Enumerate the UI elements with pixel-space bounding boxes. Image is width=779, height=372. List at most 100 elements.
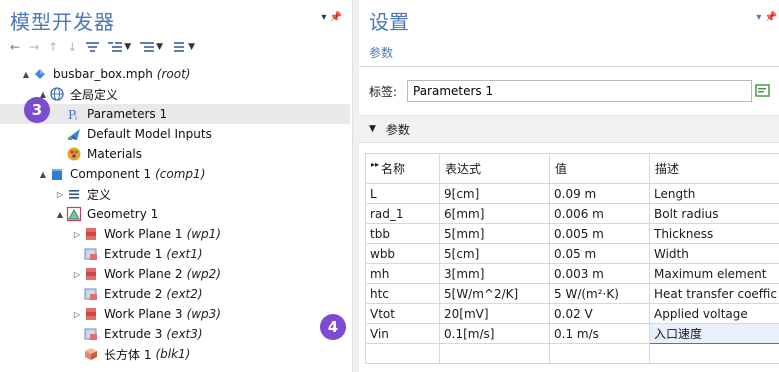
back-arrow-icon[interactable]: ←	[10, 40, 20, 54]
tree-item[interactable]: Extrude 1 (ext1)	[0, 244, 350, 264]
tree-item[interactable]: ▲ Component 1 (comp1)	[0, 164, 350, 184]
label-input[interactable]	[407, 80, 752, 102]
cell-expression[interactable]: 3[mm]	[439, 263, 550, 284]
cell-value[interactable]: 0.1 m/s	[549, 323, 650, 344]
collapse-all-icon[interactable]: ▼	[140, 41, 163, 53]
expand-toggle-icon[interactable]: ▷	[71, 230, 83, 239]
cell-name[interactable]: L	[365, 183, 440, 204]
expand-toggle-icon[interactable]: ▲	[37, 170, 49, 179]
column-header-description[interactable]: 描述	[649, 153, 779, 184]
cell-value[interactable]: 0.09 m	[549, 183, 650, 204]
cell-value[interactable]: 0.005 m	[549, 223, 650, 244]
label-action-icon[interactable]	[754, 82, 772, 100]
model-inputs-icon	[66, 126, 82, 142]
table-row[interactable]: Vtot 20[mV] 0.02 V Applied voltage	[365, 303, 779, 324]
settings-subtitle: 参数	[369, 46, 394, 60]
panel-menu-pin-icon[interactable]: ▾ 📌	[321, 12, 342, 23]
cell-expression[interactable]: 0.1[m/s]	[439, 323, 550, 344]
cell-name[interactable]: wbb	[365, 243, 440, 264]
expand-all-icon[interactable]: ▼	[108, 41, 131, 53]
sort-arrows-icon[interactable]: ▸▸	[371, 160, 379, 169]
cell-description[interactable]: Applied voltage	[649, 303, 779, 324]
cell-expression[interactable]: 9[cm]	[439, 183, 550, 204]
cell-expression[interactable]: 20[mV]	[439, 303, 550, 324]
tree-item[interactable]: 长方体 1 (blk1)	[0, 344, 350, 364]
cell-expression[interactable]: 5[cm]	[439, 243, 550, 264]
cell-description[interactable]: Bolt radius	[649, 203, 779, 224]
cell-name[interactable]: rad_1	[365, 203, 440, 224]
cell-value[interactable]: 0.05 m	[549, 243, 650, 264]
tree-item-label: 全局定义	[70, 87, 119, 102]
tree-item[interactable]: Extrude 2 (ext2)	[0, 284, 350, 304]
parameters-section-header[interactable]: ▼ 参数	[359, 115, 779, 143]
table-row[interactable]: Vin 0.1[m/s] 0.1 m/s 入口速度	[365, 323, 779, 344]
tree-item[interactable]: Default Model Inputs	[0, 124, 350, 144]
settings-menu-icon[interactable]: ▾ 📌	[756, 12, 777, 23]
cell-description[interactable]: Length	[649, 183, 779, 204]
cell-name[interactable]: Vin	[365, 323, 440, 344]
cell-name[interactable]: htc	[365, 283, 440, 304]
tree-item[interactable]: ▲ Geometry 1	[0, 204, 350, 224]
tree-item[interactable]: Pi Parameters 1	[0, 104, 350, 124]
tree-item-label: Extrude 1	[104, 247, 163, 261]
tree-item-label: Work Plane 2	[104, 267, 183, 281]
filter-icon[interactable]	[86, 41, 100, 53]
cell-description[interactable]: Heat transfer coeffic	[649, 283, 779, 304]
work-plane-icon	[83, 306, 99, 322]
tree-item-tag: (wp1)	[186, 227, 221, 241]
cell-value[interactable]	[549, 343, 650, 364]
cell-expression[interactable]: 5[mm]	[439, 223, 550, 244]
collapse-arrow-icon[interactable]: ▼	[369, 124, 376, 134]
component-icon	[49, 166, 65, 182]
cell-description[interactable]: Width	[649, 243, 779, 264]
tree-item[interactable]: ▲ busbar_box.mph (root)	[0, 64, 350, 84]
table-row[interactable]: htc 5[W/m^2/K] 5 W/(m²·K) Heat transfer coe…	[365, 283, 779, 304]
cell-value[interactable]: 0.003 m	[549, 263, 650, 284]
tree-item[interactable]: ▷ Work Plane 1 (wp1)	[0, 224, 350, 244]
table-row[interactable]: rad_1 6[mm] 0.006 m Bolt radius	[365, 203, 779, 224]
cell-name[interactable]: mh	[365, 263, 440, 284]
show-more-icon[interactable]: ▼	[172, 41, 195, 53]
tree-item-label: 定义	[87, 187, 112, 202]
cell-expression[interactable]	[439, 343, 550, 364]
cell-expression[interactable]: 5[W/m^2/K]	[439, 283, 550, 304]
extrude-icon	[83, 326, 99, 342]
panel-splitter[interactable]	[352, 0, 359, 372]
table-row[interactable]: L 9[cm] 0.09 m Length	[365, 183, 779, 204]
tree-item[interactable]: Materials	[0, 144, 350, 164]
forward-arrow-icon[interactable]: →	[29, 40, 39, 54]
cell-description[interactable]: 入口速度	[649, 323, 779, 344]
expand-toggle-icon[interactable]: ▷	[71, 270, 83, 279]
tree-item[interactable]: ▷ 定义	[0, 184, 350, 204]
cell-name[interactable]: Vtot	[365, 303, 440, 324]
cell-description[interactable]: Maximum element	[649, 263, 779, 284]
cell-value[interactable]: 0.02 V	[549, 303, 650, 324]
cell-value[interactable]: 0.006 m	[549, 203, 650, 224]
expand-toggle-icon[interactable]: ▷	[54, 190, 66, 199]
expand-toggle-icon[interactable]: ▷	[71, 310, 83, 319]
chevron-down-icon[interactable]: ▼	[188, 42, 195, 52]
table-row[interactable]: tbb 5[mm] 0.005 m Thickness	[365, 223, 779, 244]
move-up-icon[interactable]: ↑	[48, 40, 58, 54]
cell-name[interactable]	[365, 343, 440, 364]
tree-item[interactable]: ▷ Work Plane 2 (wp2)	[0, 264, 350, 284]
cell-description[interactable]: Thickness	[649, 223, 779, 244]
table-row[interactable]: wbb 5[cm] 0.05 m Width	[365, 243, 779, 264]
column-header-expression[interactable]: 表达式	[439, 153, 550, 184]
expand-toggle-icon[interactable]: ▲	[54, 210, 66, 219]
expand-toggle-icon[interactable]: ▲	[20, 70, 32, 79]
chevron-down-icon[interactable]: ▼	[124, 42, 131, 52]
cell-description[interactable]	[649, 343, 779, 364]
move-down-icon[interactable]: ↓	[67, 40, 77, 54]
table-row[interactable]	[365, 343, 779, 364]
column-header-value[interactable]: 值	[549, 153, 650, 184]
tree-item[interactable]: Extrude 3 (ext3)	[0, 324, 350, 344]
cell-name[interactable]: tbb	[365, 223, 440, 244]
cell-expression[interactable]: 6[mm]	[439, 203, 550, 224]
chevron-down-icon[interactable]: ▼	[156, 42, 163, 52]
cell-value[interactable]: 5 W/(m²·K)	[549, 283, 650, 304]
table-row[interactable]: mh 3[mm] 0.003 m Maximum element	[365, 263, 779, 284]
tree-item[interactable]: ▲ 全局定义	[0, 84, 350, 104]
column-header-name[interactable]: ▸▸ 名称	[365, 153, 440, 184]
tree-item[interactable]: ▷ Work Plane 3 (wp3)	[0, 304, 350, 324]
